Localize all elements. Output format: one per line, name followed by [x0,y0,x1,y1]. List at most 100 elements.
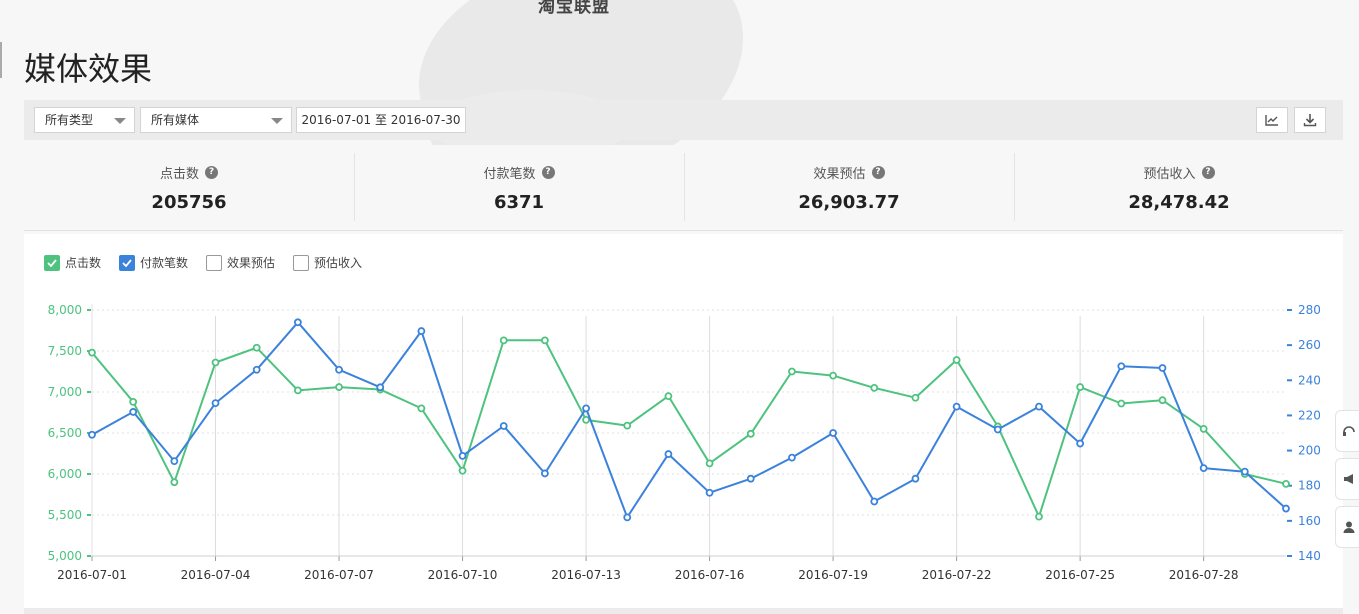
data-point [1035,402,1043,411]
data-point [170,478,179,487]
chart-panel: 点击数 付款笔数 效果预估 预估收入 5,000 5,500 6,000 6,500 7… [24,234,1343,608]
y-right-tick-label: 280 [1298,303,1321,317]
data-point [788,367,796,376]
data-point [335,383,343,391]
help-icon[interactable]: ? [1201,166,1215,179]
data-point [1076,383,1085,391]
data-point [623,421,632,430]
data-point [582,415,590,424]
data-point [211,399,220,408]
data-point [170,457,179,466]
summary-stats: 点击数? 205756 付款笔数? 6371 效果预估? 26,903.77 预… [24,145,1343,231]
data-point [129,408,138,416]
data-point [1158,396,1167,405]
y-right-tick-label: 180 [1298,479,1321,493]
y-left-tick-label: 5,500 [48,508,82,522]
page-title: 媒体效果 [24,50,153,88]
left-edge-fragment [0,42,6,78]
announcement-button[interactable] [1335,458,1359,500]
line-chart: 5,000 5,500 6,000 6,500 7,000 7,500 8,000 140 16… [48,303,1321,582]
data-point [1240,467,1249,476]
y-left-tick-label: 8,000 [48,303,82,317]
data-point [993,425,1002,434]
chevron-down-icon [271,118,283,124]
customer-service-button[interactable] [1335,410,1359,452]
stat-label: 预估收入 [1143,167,1196,182]
help-icon[interactable]: ? [871,166,885,179]
stat-value: 26,903.77 [798,192,900,213]
x-tick-label: 2016-07-25 [1045,568,1115,582]
y-right-tick-label: 140 [1298,549,1321,563]
data-point [870,383,879,392]
series-line [91,321,1287,519]
media-select-value: 所有媒体 [151,113,200,127]
data-point [582,404,590,413]
x-tick-label: 2016-07-28 [1169,568,1239,582]
stat-value: 205756 [151,192,227,213]
x-tick-label: 2016-07-10 [428,568,498,582]
data-point [376,383,385,392]
x-tick-label: 2016-07-07 [304,568,374,582]
data-point [746,474,755,483]
data-point [540,469,549,478]
headset-icon [1343,426,1355,436]
y-left-tick-label: 7,000 [48,385,82,399]
y-right-tick-label: 200 [1298,444,1321,458]
data-point [1282,504,1290,513]
series-line [91,339,1287,518]
data-point [664,392,673,401]
data-point [458,466,467,475]
side-toolbar [1335,410,1359,554]
data-point [1282,479,1290,488]
data-point [788,453,796,462]
x-tick-label: 2016-07-22 [922,568,992,582]
data-point [458,451,467,460]
y-left-tick-label: 6,500 [48,426,82,440]
y-left-tick-label: 7,500 [48,344,82,358]
stat-value: 28,478.42 [1128,192,1230,213]
stat-effect-estimate: 效果预估? 26,903.77 [684,145,1014,231]
date-range-picker[interactable]: 2016-07-01 至 2016-07-30 [296,107,466,133]
data-point [499,336,508,345]
stat-estimated-income: 预估收入? 28,478.42 [1014,145,1344,231]
data-point [705,488,714,497]
chart-view-button[interactable] [1256,107,1288,133]
data-point [1117,399,1126,408]
y-right-tick-label: 160 [1298,514,1321,528]
download-button[interactable] [1294,107,1326,133]
y-right-tick-label: 240 [1298,373,1321,387]
data-point [911,474,920,483]
line-chart-icon [1265,115,1278,126]
x-tick-label: 2016-07-16 [675,568,745,582]
help-icon[interactable]: ? [541,166,555,179]
data-point [252,343,261,352]
user-icon [1343,521,1355,533]
help-icon[interactable]: ? [205,166,218,179]
data-point [540,336,549,345]
data-point [293,386,302,395]
data-point [911,393,920,402]
data-point [335,365,343,374]
stat-value: 6371 [493,192,545,213]
data-point [1158,364,1167,372]
stat-clicks: 点击数? 205756 [24,145,354,231]
y-left-tick-label: 5,000 [48,549,82,563]
type-select-value: 所有类型 [45,113,94,127]
data-point [499,422,508,430]
data-point [1199,424,1208,433]
user-feedback-button[interactable] [1335,506,1359,548]
x-tick-label: 2016-07-04 [181,568,251,582]
data-point [829,371,838,380]
y-right-tick-label: 220 [1298,408,1321,422]
chevron-down-icon [114,118,126,124]
stat-payments: 付款笔数? 6371 [354,145,684,231]
data-point [1117,362,1126,371]
type-select[interactable]: 所有类型 [34,107,135,133]
y-left-tick-label: 6,000 [48,467,82,481]
media-select[interactable]: 所有媒体 [140,107,292,133]
data-point [952,356,961,364]
x-tick-label: 2016-07-19 [798,568,868,582]
stat-label: 效果预估 [813,167,866,182]
y-right-tick-label: 260 [1298,338,1321,352]
data-point [252,365,261,374]
